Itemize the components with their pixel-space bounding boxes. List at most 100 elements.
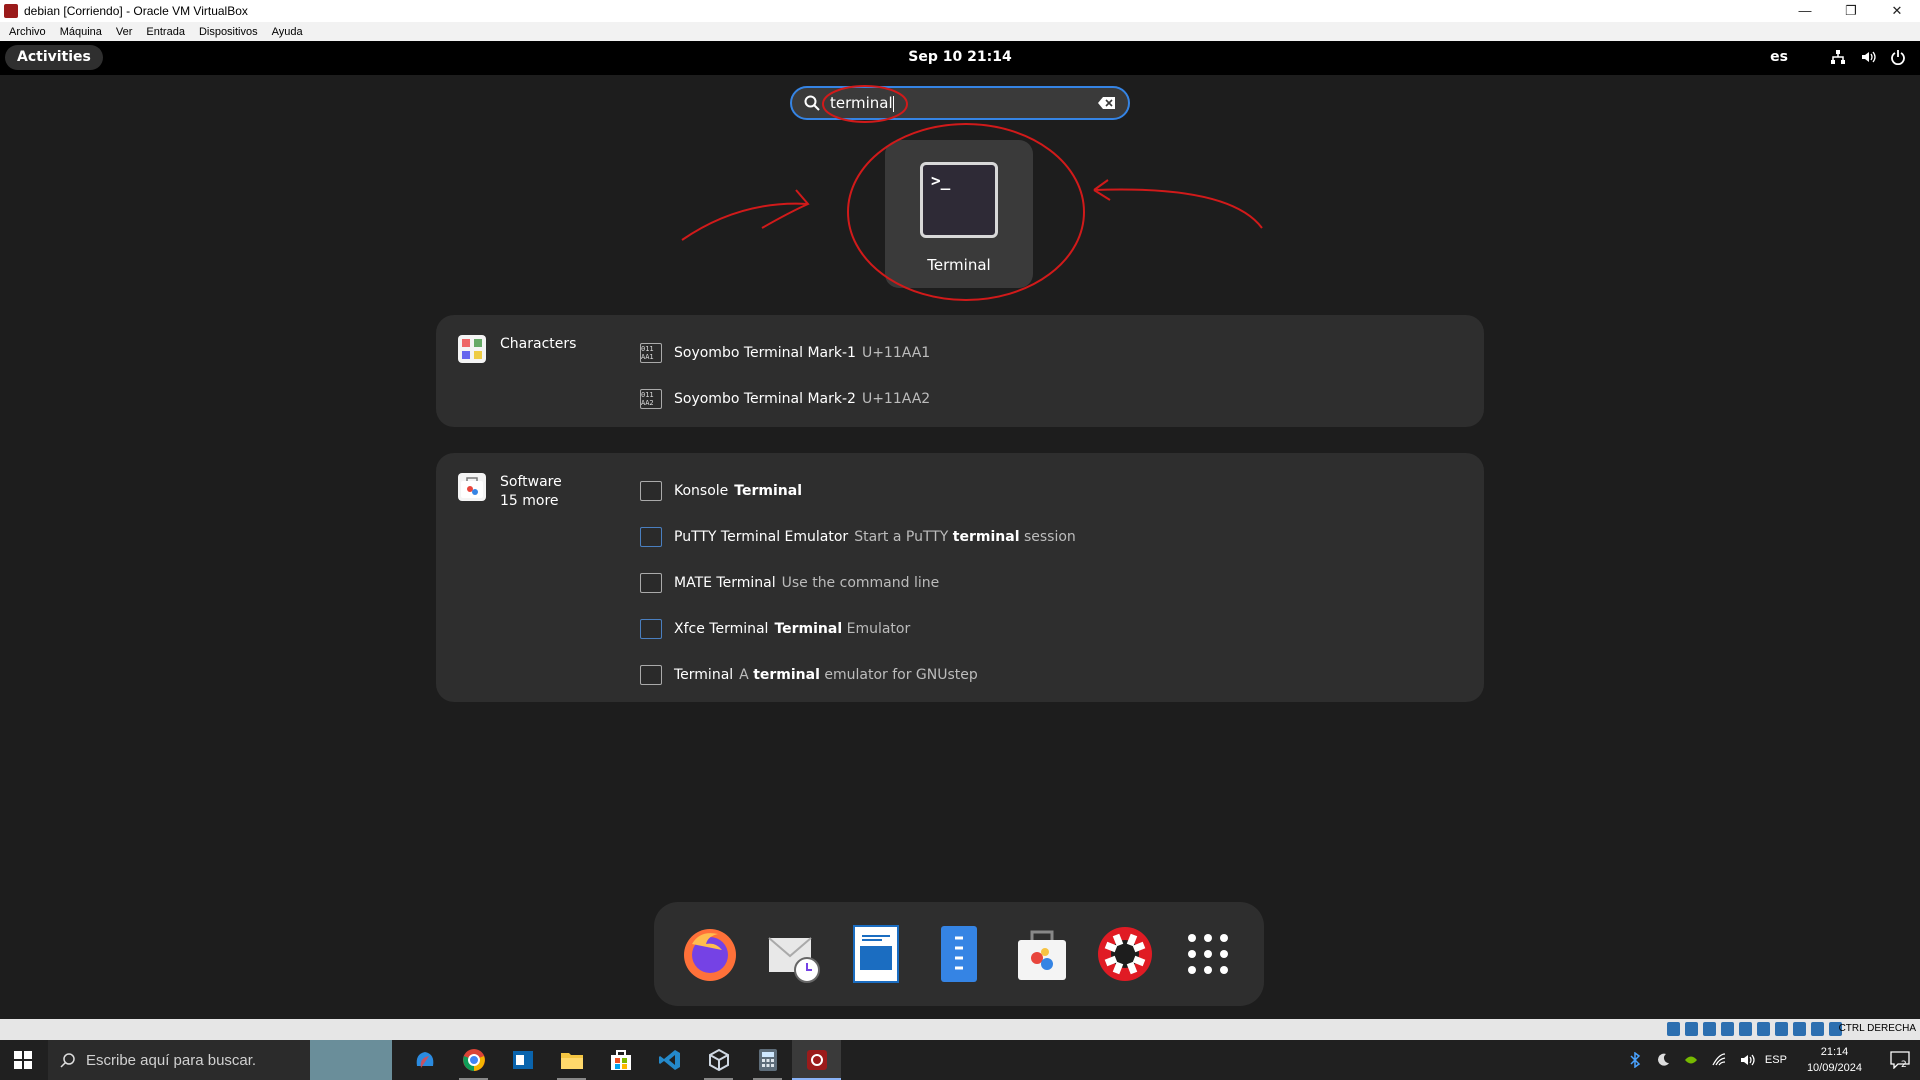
notification-icon: 2	[1890, 1051, 1910, 1069]
result-name: Soyombo Terminal Mark-2	[674, 391, 856, 407]
outlook-icon[interactable]	[498, 1040, 547, 1080]
cpu-icon[interactable]	[1811, 1022, 1824, 1036]
result-name: PuTTY Terminal Emulator	[674, 529, 849, 545]
evolution-mail-icon[interactable]	[761, 922, 825, 986]
taskbar-search[interactable]: Escribe aquí para buscar.	[48, 1040, 392, 1080]
text-editor-icon[interactable]	[927, 922, 991, 986]
mate-terminal-icon	[640, 573, 662, 593]
moon-icon[interactable]	[1655, 1052, 1671, 1068]
software-center-icon[interactable]	[1010, 922, 1074, 986]
characters-list: 011 AA1 Soyombo Terminal Mark-1 U+11AA1 …	[640, 330, 930, 422]
optical-drive-icon[interactable]	[1685, 1022, 1698, 1036]
terminal-icon: >_	[920, 162, 998, 238]
chrome-icon[interactable]	[449, 1040, 498, 1080]
keyboard-language[interactable]: es	[1770, 49, 1788, 65]
software-results: Software 15 more Konsole Terminal PuTTY …	[436, 453, 1484, 702]
help-icon[interactable]	[1093, 922, 1157, 986]
result-desc: Terminal	[734, 483, 802, 499]
characters-results: Characters 011 AA1 Soyombo Terminal Mark…	[436, 315, 1484, 427]
characters-provider[interactable]: Characters	[458, 335, 576, 363]
clock[interactable]: Sep 10 21:14	[0, 49, 1920, 65]
notification-center-button[interactable]: 2	[1880, 1040, 1920, 1080]
taskbar-time: 21:14	[1820, 1046, 1849, 1058]
list-item[interactable]: MATE Terminal Use the command line	[640, 560, 1076, 606]
file-explorer-icon[interactable]	[547, 1040, 596, 1080]
result-desc: A terminal emulator for GNUstep	[739, 667, 978, 683]
result-name: Soyombo Terminal Mark-1	[674, 345, 856, 361]
debian-vm-icon[interactable]	[792, 1040, 841, 1080]
menu-dispositivos[interactable]: Dispositivos	[192, 26, 265, 38]
result-name: Terminal	[674, 667, 734, 683]
virtualbox-icon[interactable]	[694, 1040, 743, 1080]
character-glyph-icon: 011 AA1	[640, 343, 662, 363]
app-result-label: Terminal	[927, 256, 991, 274]
search-input[interactable]: terminal	[790, 86, 1130, 120]
software-provider-label: Software	[500, 474, 562, 490]
clear-search-icon[interactable]	[1098, 96, 1116, 110]
gnustep-terminal-icon	[640, 665, 662, 685]
result-desc: Use the command line	[781, 575, 940, 591]
terminal-app-result[interactable]: >_ Terminal	[885, 140, 1033, 288]
recording-icon[interactable]	[1793, 1022, 1806, 1036]
menu-entrada[interactable]: Entrada	[139, 26, 192, 38]
system-tray-windows: ESP 21:14 10/09/2024 2	[1627, 1040, 1920, 1080]
dash	[654, 902, 1264, 1006]
store-icon[interactable]	[596, 1040, 645, 1080]
system-tray[interactable]: es	[1770, 49, 1906, 65]
software-provider[interactable]: Software 15 more	[458, 473, 562, 511]
result-name: Xfce Terminal	[674, 621, 769, 637]
menu-archivo[interactable]: Archivo	[0, 26, 53, 38]
hdd-icon[interactable]	[1667, 1022, 1680, 1036]
shared-folders-icon[interactable]	[1757, 1022, 1770, 1036]
nvidia-icon[interactable]	[1683, 1052, 1699, 1068]
restore-button[interactable]: ❐	[1828, 0, 1874, 22]
menu-maquina[interactable]: Máquina	[53, 26, 109, 38]
list-item[interactable]: Terminal A terminal emulator for GNUstep	[640, 652, 1076, 698]
list-item[interactable]: Xfce Terminal Terminal Emulator	[640, 606, 1076, 652]
start-button[interactable]	[0, 1040, 46, 1080]
list-item[interactable]: 011 AA2 Soyombo Terminal Mark-2 U+11AA2	[640, 376, 930, 422]
copilot-icon[interactable]	[400, 1040, 449, 1080]
vbox-menu-bar: Archivo Máquina Ver Entrada Dispositivos…	[0, 22, 1920, 41]
power-icon	[1891, 50, 1905, 65]
list-item[interactable]: 011 AA1 Soyombo Terminal Mark-1 U+11AA1	[640, 330, 930, 376]
gnome-top-bar: Activities Sep 10 21:14 es	[0, 41, 1920, 75]
menu-ver[interactable]: Ver	[109, 26, 140, 38]
characters-app-icon	[458, 335, 486, 363]
result-desc: U+11AA2	[861, 391, 931, 407]
audio-icon[interactable]	[1703, 1022, 1716, 1036]
taskbar-date: 10/09/2024	[1806, 1062, 1862, 1074]
display-icon[interactable]	[1775, 1022, 1788, 1036]
taskbar-apps	[400, 1040, 841, 1080]
search-highlight-image	[310, 1040, 392, 1080]
network-icon	[1831, 50, 1845, 64]
host-key-label: CTRL DERECHA	[1838, 1023, 1916, 1034]
vbox-title-bar: debian [Corriendo] - Oracle VM VirtualBo…	[0, 0, 1920, 22]
windows-taskbar: Escribe aquí para buscar. ESP 21:14 10/0…	[0, 1040, 1920, 1080]
menu-ayuda[interactable]: Ayuda	[265, 26, 310, 38]
text-caret	[892, 95, 894, 112]
minimize-button[interactable]: —	[1782, 0, 1828, 22]
speaker-icon[interactable]	[1739, 1052, 1755, 1068]
close-button[interactable]: ✕	[1874, 0, 1920, 22]
firefox-icon[interactable]	[678, 922, 742, 986]
taskbar-clock[interactable]: 21:14 10/09/2024	[1807, 1044, 1862, 1076]
konsole-icon	[640, 481, 662, 501]
result-name: Konsole	[674, 483, 729, 499]
vbox-status-bar: CTRL DERECHA	[0, 1019, 1920, 1040]
taskbar-search-placeholder: Escribe aquí para buscar.	[86, 1051, 257, 1069]
vscode-icon[interactable]	[645, 1040, 694, 1080]
result-name: MATE Terminal	[674, 575, 776, 591]
bluetooth-icon[interactable]	[1627, 1052, 1643, 1068]
network-adapter-icon[interactable]	[1721, 1022, 1734, 1036]
app-grid-icon[interactable]	[1176, 922, 1240, 986]
input-language[interactable]: ESP	[1765, 1054, 1787, 1066]
list-item[interactable]: Konsole Terminal	[640, 468, 1076, 514]
list-item[interactable]: PuTTY Terminal Emulator Start a PuTTY te…	[640, 514, 1076, 560]
wifi-icon[interactable]	[1711, 1052, 1727, 1068]
writer-icon[interactable]	[844, 922, 908, 986]
virtualbox-logo-icon	[4, 4, 18, 18]
calculator-icon[interactable]	[743, 1040, 792, 1080]
search-query: terminal	[830, 94, 893, 112]
usb-icon[interactable]	[1739, 1022, 1752, 1036]
